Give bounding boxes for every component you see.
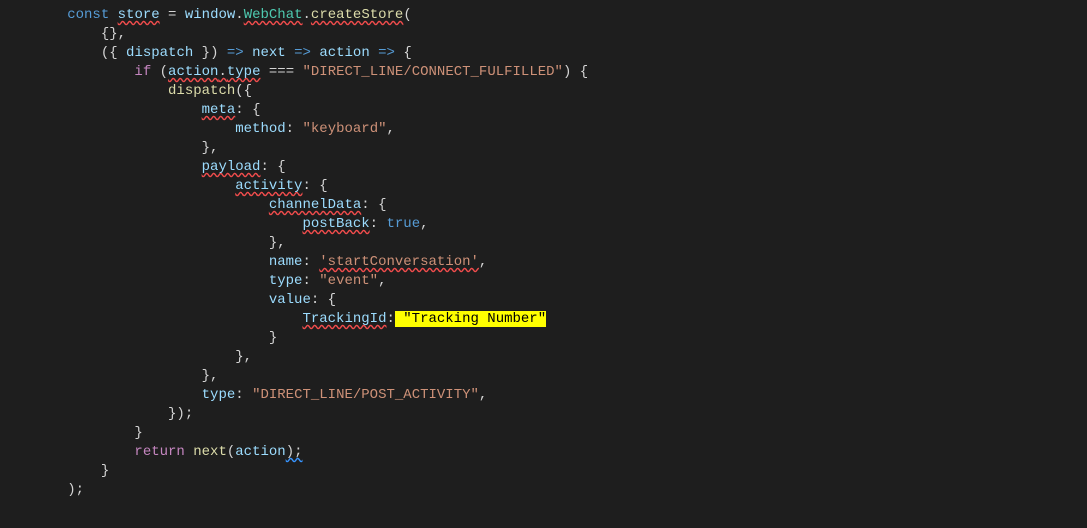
activity-close: }	[235, 349, 243, 365]
createstore-close: );	[67, 482, 84, 498]
dot-2: .	[303, 7, 311, 23]
kw-return: return	[134, 444, 184, 460]
name-comma: ,	[479, 254, 487, 270]
empty-obj: {}	[101, 26, 118, 42]
fn-createstore: createStore	[311, 7, 403, 23]
prop-activity: activity	[235, 178, 302, 194]
kw-const: const	[67, 7, 109, 23]
prop-method: method	[235, 121, 285, 137]
var-window: window	[185, 7, 235, 23]
prop-trackingid: TrackingId	[302, 311, 386, 327]
prop-type3: type	[202, 387, 236, 403]
activity-open: {	[319, 178, 327, 194]
code-editor-content[interactable]: const store = window.WebChat.createStore…	[0, 0, 1087, 500]
comma-1: ,	[118, 26, 126, 42]
value-open: {	[328, 292, 336, 308]
if-brace-open: {	[580, 64, 588, 80]
value-close: }	[269, 330, 277, 346]
brace-open-1: {	[403, 45, 411, 61]
type3-colon: :	[235, 387, 252, 403]
method-comma: ,	[387, 121, 395, 137]
if-type: type	[227, 64, 261, 80]
str-post: "DIRECT_LINE/POST_ACTIVITY"	[252, 387, 479, 403]
if-close: )	[563, 64, 571, 80]
str-keyboard: "keyboard"	[302, 121, 386, 137]
next-action: action	[235, 444, 285, 460]
var-dispatch: dispatch	[126, 45, 193, 61]
prop-postback: postBack	[302, 216, 369, 232]
str-connect: "DIRECT_LINE/CONNECT_FULFILLED"	[303, 64, 563, 80]
str-startconv: 'startConversation'	[319, 254, 479, 270]
prop-meta: meta	[202, 102, 236, 118]
cls-webchat: WebChat	[244, 7, 303, 23]
arrow-2: =>	[286, 45, 320, 61]
if-action: action	[168, 64, 218, 80]
type3-comma: ,	[479, 387, 487, 403]
activity-colon: :	[302, 178, 319, 194]
type2-comma: ,	[378, 273, 386, 289]
open-paren: (	[403, 7, 411, 23]
tracking-colon: :	[386, 311, 394, 327]
dot-1: .	[235, 7, 243, 23]
type2-colon: :	[302, 273, 319, 289]
prop-name: name	[269, 254, 303, 270]
fn-dispatch: dispatch	[168, 83, 235, 99]
dispatch-close: });	[168, 406, 193, 422]
channeldata-colon: :	[361, 197, 378, 213]
destruct-close: })	[193, 45, 218, 61]
if-brace-close: }	[134, 425, 142, 441]
highlight-tracking-number: "Tracking Number"	[395, 311, 546, 327]
payload-close: }	[202, 368, 210, 384]
kw-true: true	[386, 216, 420, 232]
var-next: next	[252, 45, 286, 61]
prop-channeldata: channelData	[269, 197, 361, 213]
meta-open: {	[252, 102, 260, 118]
disp-open: (	[235, 83, 243, 99]
channeldata-close: }	[269, 235, 277, 251]
if-dot: .	[218, 64, 226, 80]
if-open: (	[160, 64, 168, 80]
destruct-open: ({	[101, 45, 126, 61]
channeldata-open: {	[378, 197, 386, 213]
postback-comma: ,	[420, 216, 428, 232]
prop-value: value	[269, 292, 311, 308]
str-event: "event"	[319, 273, 378, 289]
op-eq: =	[160, 7, 185, 23]
payload-open: {	[277, 159, 285, 175]
channeldata-comma: ,	[277, 235, 285, 251]
arrow-1: =>	[218, 45, 252, 61]
next-close-semi: );	[286, 444, 303, 460]
arrow-3: =>	[370, 45, 404, 61]
meta-colon: :	[235, 102, 252, 118]
kw-if: if	[134, 64, 151, 80]
name-colon: :	[302, 254, 319, 270]
prop-type2: type	[269, 273, 303, 289]
prop-payload: payload	[202, 159, 261, 175]
triple-eq: ===	[260, 64, 302, 80]
arrow-brace-close: }	[101, 463, 109, 479]
disp-obj-open: {	[244, 83, 252, 99]
payload-comma: ,	[210, 368, 218, 384]
meta-close: }	[202, 140, 210, 156]
payload-colon: :	[260, 159, 277, 175]
method-colon: :	[286, 121, 303, 137]
var-action: action	[319, 45, 369, 61]
postback-colon: :	[370, 216, 387, 232]
activity-comma: ,	[244, 349, 252, 365]
next-open: (	[227, 444, 235, 460]
value-colon: :	[311, 292, 328, 308]
var-store: store	[118, 7, 160, 23]
fn-next: next	[193, 444, 227, 460]
meta-comma: ,	[210, 140, 218, 156]
